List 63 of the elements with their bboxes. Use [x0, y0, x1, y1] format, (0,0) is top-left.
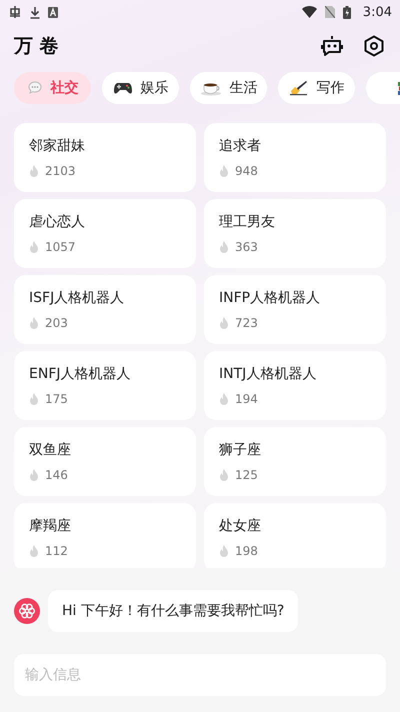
- flame-icon: [29, 393, 39, 405]
- popularity-count: 203: [45, 316, 68, 330]
- flame-icon: [219, 469, 229, 481]
- wifi-icon: [302, 6, 317, 18]
- character-name: 处女座: [219, 517, 262, 535]
- popularity-count: 948: [235, 164, 258, 178]
- character-card[interactable]: 狮子座 125: [204, 427, 386, 496]
- battery-icon: [342, 6, 351, 18]
- character-card[interactable]: INFP人格机器人 723: [204, 275, 386, 344]
- character-card[interactable]: ENFJ人格机器人 175: [14, 351, 196, 420]
- character-card[interactable]: 双鱼座 146: [14, 427, 196, 496]
- character-name: 双鱼座: [29, 441, 72, 459]
- robot-icon[interactable]: [320, 34, 344, 58]
- character-name: ENFJ人格机器人: [29, 365, 132, 383]
- character-name: INTJ人格机器人: [219, 365, 318, 383]
- character-name: 邻家甜妹: [29, 137, 86, 155]
- flame-icon: [219, 393, 229, 405]
- character-card[interactable]: 理工男友 363: [204, 199, 386, 268]
- flame-icon: [29, 317, 39, 329]
- category-tab[interactable]: 生活: [190, 72, 267, 104]
- popularity-count: 1057: [45, 240, 76, 254]
- popularity-count: 146: [45, 468, 68, 482]
- settings-icon[interactable]: [362, 34, 386, 58]
- flame-icon: [29, 469, 39, 481]
- flame-icon: [219, 165, 229, 177]
- flame-icon: [219, 241, 229, 253]
- flame-icon: [219, 545, 229, 557]
- flame-icon: [29, 165, 39, 177]
- character-name: INFP人格机器人: [219, 289, 322, 307]
- popularity-count: 175: [45, 392, 68, 406]
- character-card[interactable]: 追求者 948: [204, 123, 386, 192]
- character-name: 理工男友: [219, 213, 276, 231]
- popularity-count: 112: [45, 544, 68, 558]
- flame-icon: [29, 241, 39, 253]
- download-icon: [30, 6, 40, 18]
- character-name: 虐心恋人: [29, 213, 86, 231]
- character-card[interactable]: 邻家甜妹 2103: [14, 123, 196, 192]
- no-sim-icon: [324, 6, 335, 18]
- chat-message: Hi 下午好！有什么事需要我帮忙吗?: [48, 590, 298, 632]
- speech-bubble-icon: [26, 80, 42, 96]
- character-name: 摩羯座: [29, 517, 72, 535]
- character-card[interactable]: 虐心恋人 1057: [14, 199, 196, 268]
- flower-avatar-icon: [14, 598, 40, 624]
- popularity-count: 2103: [45, 164, 76, 178]
- character-card[interactable]: INTJ人格机器人 194: [204, 351, 386, 420]
- popularity-count: 198: [235, 544, 258, 558]
- popularity-count: 194: [235, 392, 258, 406]
- character-name: 追求者: [219, 137, 262, 155]
- message-input[interactable]: 输入信息: [14, 654, 386, 696]
- popularity-count: 125: [235, 468, 258, 482]
- popularity-count: 363: [235, 240, 258, 254]
- keyboard-badge-icon: [48, 6, 58, 18]
- character-name: ISFJ人格机器人: [29, 289, 126, 307]
- character-card[interactable]: ISFJ人格机器人 203: [14, 275, 196, 344]
- character-name: 狮子座: [219, 441, 262, 459]
- category-tab[interactable]: 写作: [278, 72, 355, 104]
- gamepad-icon: [112, 80, 132, 96]
- app-title: 万 卷: [14, 34, 60, 59]
- status-time: 3:04: [362, 4, 392, 20]
- flame-icon: [29, 545, 39, 557]
- flame-icon: [219, 317, 229, 329]
- category-tab[interactable]: 娱乐: [102, 72, 179, 104]
- popularity-count: 723: [235, 316, 258, 330]
